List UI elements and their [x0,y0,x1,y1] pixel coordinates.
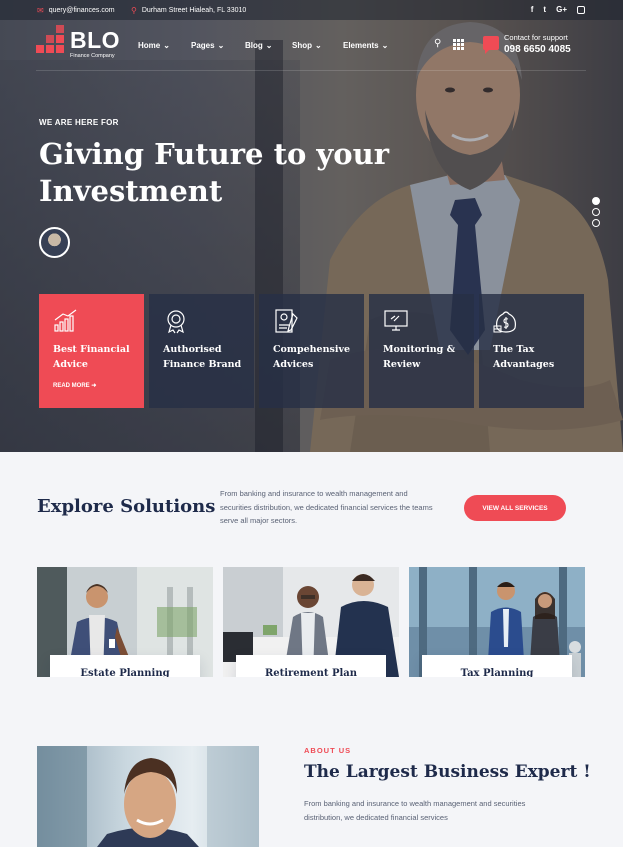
menu-label: Pages [191,41,215,50]
social-links: f t G+ [531,5,585,14]
solution-card-tax-planning[interactable]: Tax Planning [409,567,585,677]
topbar-email-text: query@finances.com [48,7,115,14]
chevron-down-icon: ⌄ [163,41,170,50]
solution-label: Tax Planning [422,655,572,677]
menu-label: Home [138,41,161,50]
facebook-icon[interactable]: f [531,5,534,14]
slider-dot[interactable] [592,208,600,216]
support-phone: 098 6650 4085 [504,44,571,55]
mail-icon: ✉ [37,6,44,15]
feature-title: The Tax Advantages [493,344,555,370]
menu-label: Blog [245,41,263,50]
brand-logo[interactable]: BLO Finance Company [36,25,121,59]
feature-card-tax-advantages[interactable]: The Tax Advantages [479,294,584,408]
menu-item-blog[interactable]: Blog ⌄ [245,41,292,50]
support-contact[interactable]: Contact for support 098 6650 4085 [483,33,571,55]
solution-card-estate-planning[interactable]: Estate Planning [37,567,213,677]
top-bar: ✉ query@finances.com ⚲ Durham Street Hia… [0,0,623,20]
chat-icon [483,36,499,54]
feature-card-comprehensive-advices[interactable]: Compehensive Advices [259,294,364,408]
menu-label: Shop [292,41,312,50]
document-icon [275,309,298,333]
hero-eyebrow: WE ARE HERE FOR [39,118,119,127]
feature-title: Monitoring & Review [383,344,456,370]
instagram-icon[interactable] [577,6,585,14]
slider-dot[interactable] [592,197,600,205]
grid-menu-icon[interactable] [453,39,465,50]
chart-icon [54,309,77,332]
chevron-down-icon: ⌄ [217,41,225,50]
about-description: From banking and insurance to wealth man… [304,799,526,822]
solutions-description: From banking and insurance to wealth man… [220,489,433,525]
brand-tagline: Finance Company [70,53,115,59]
hero-headline-line-1: Giving Future to your [39,137,389,171]
support-label: Contact for support [504,33,568,42]
feature-card-authorised-brand[interactable]: Authorised Finance Brand [149,294,254,408]
nav-divider [36,70,586,71]
money-bag-icon [493,311,516,333]
search-icon[interactable]: ⚲ [434,38,441,50]
brand-name: BLO [70,27,121,53]
topbar-email[interactable]: ✉ query@finances.com [37,6,115,15]
arrow-right-icon: ➜ [91,383,97,389]
feature-title: Compehensive Advices [273,344,351,370]
chevron-down-icon: ⌄ [315,41,322,50]
hero-headline: Giving Future to your Investment [39,136,399,210]
slider-pagination [592,197,600,227]
menu-label: Elements [343,41,379,50]
solutions-title: Explore Solutions [37,496,216,517]
chevron-down-icon: ⌄ [381,41,389,50]
feature-card-monitoring-review[interactable]: Monitoring & Review [369,294,474,408]
feature-card-financial-advice[interactable]: Best Financial Advice READ MORE ➜ [39,294,144,408]
topbar-address-text: Durham Street Hialeah, FL 33010 [141,7,247,14]
slider-dot[interactable] [592,219,600,227]
solution-card-retirement-plan[interactable]: Retirement Plan [223,567,399,677]
feature-title: Best Financial Advice [53,344,130,370]
monitor-icon [384,310,408,331]
topbar-address: ⚲ Durham Street Hialeah, FL 33010 [131,6,246,15]
feature-cards: Best Financial Advice READ MORE ➜ Author… [39,294,584,408]
hero-headline-line-2: Investment [39,174,223,208]
main-navigation: BLO Finance Company Home ⌄ Pages ⌄ Blog ⌄ S… [0,20,623,70]
nav-icons: ⚲ [434,38,465,50]
logo-squares-icon [36,25,64,57]
feature-title: Authorised Finance Brand [163,344,242,370]
video-play-button[interactable] [39,227,70,258]
google-plus-icon[interactable]: G+ [556,5,567,14]
menu-item-shop[interactable]: Shop ⌄ [292,41,343,50]
chevron-down-icon: ⌄ [265,41,273,50]
about-title: The Largest Business Expert ! [304,762,591,782]
menu: Home ⌄ Pages ⌄ Blog ⌄ Shop ⌄ Elements ⌄ [138,41,388,50]
about-eyebrow: ABOUT US [304,746,352,755]
solution-label: Retirement Plan [236,655,386,677]
menu-item-pages[interactable]: Pages ⌄ [191,41,245,50]
badge-icon [167,310,185,334]
view-all-services-button[interactable]: VIEW ALL SERVICES [464,495,566,521]
twitter-icon[interactable]: t [543,5,546,14]
solution-label: Estate Planning [50,655,200,677]
about-image [37,746,259,847]
read-more-link[interactable]: READ MORE ➜ [53,382,96,389]
location-pin-icon: ⚲ [131,6,137,15]
menu-item-home[interactable]: Home ⌄ [138,41,191,50]
menu-item-elements[interactable]: Elements ⌄ [343,41,388,50]
